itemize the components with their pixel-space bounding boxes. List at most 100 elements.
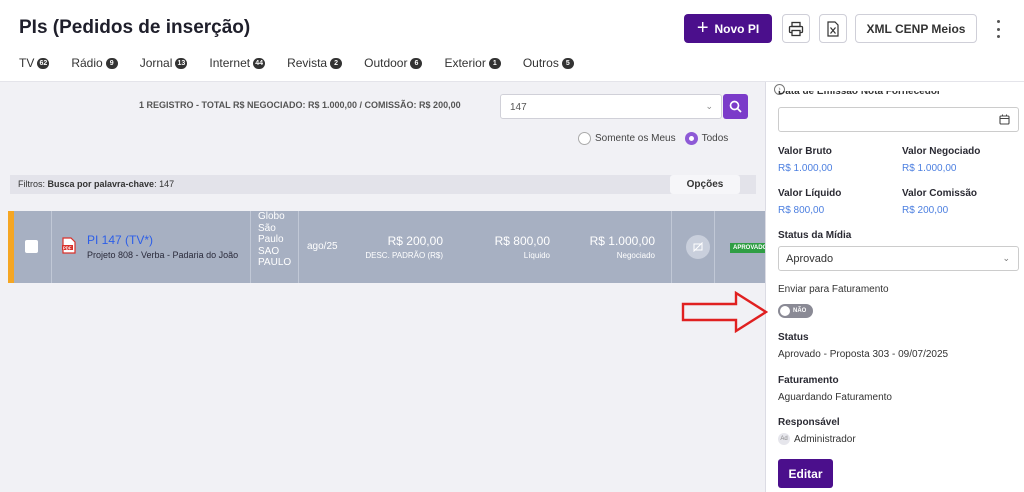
header: PIs (Pedidos de inserção) + Novo PI XML … — [0, 0, 1024, 82]
toggle-text: NÃO — [793, 308, 807, 314]
media-status-select[interactable]: Aprovado ⌄ — [778, 246, 1019, 271]
avatar: Ad — [778, 433, 790, 445]
commission-label: DESC. PADRÃO (R$) — [365, 251, 443, 260]
owner-value: Administrador — [794, 434, 856, 445]
tab-exterior[interactable]: Exterior 1 — [444, 56, 501, 70]
vehicle-line: SAO — [258, 245, 280, 257]
net-value: R$ 800,00 — [778, 205, 825, 216]
tab-jornal[interactable]: Jornal 13 — [140, 56, 188, 70]
net-value: R$ 800,00 — [494, 234, 550, 248]
tab-count-badge: 9 — [105, 57, 118, 69]
annotation-arrow-icon — [681, 291, 768, 333]
row-checkbox[interactable] — [25, 240, 38, 253]
net-value-label: Valor Líquido — [778, 188, 842, 199]
new-pi-button[interactable]: + Novo PI — [684, 14, 772, 43]
no-attachment-icon[interactable] — [686, 235, 710, 259]
list-area: 1 REGISTRO - TOTAL R$ NEGOCIADO: R$ 1.00… — [0, 82, 771, 492]
gross-value: R$ 1.000,00 — [778, 163, 833, 174]
tab-label: Internet — [209, 56, 251, 70]
edit-button[interactable]: Editar — [778, 459, 833, 488]
tab-count-badge: 2 — [330, 57, 343, 69]
filters-term: : 147 — [154, 179, 175, 189]
printer-icon — [788, 21, 804, 36]
radio-all-label: Todos — [701, 133, 729, 144]
detail-panel: › Data de Emissão Nota Fornecedor Valor … — [765, 82, 1024, 492]
chevron-down-icon: ⌄ — [1002, 253, 1010, 263]
tab-label: Rádio — [71, 56, 103, 70]
pi-title-link[interactable]: PI 147 (TV*) — [87, 233, 153, 247]
vehicle-line: São — [258, 222, 276, 234]
supplier-invoice-date-label: Data de Emissão Nota Fornecedor — [778, 91, 941, 97]
excel-file-icon — [827, 20, 839, 37]
commission-value-label: Valor Comissão — [902, 188, 978, 199]
commission-value: R$ 200,00 — [902, 205, 949, 216]
tab-internet[interactable]: Internet 44 — [209, 56, 266, 70]
new-pi-label: Novo PI — [714, 21, 760, 36]
search-input[interactable]: 147 ⌄ — [500, 94, 722, 119]
gross-value-label: Valor Bruto — [778, 146, 832, 157]
media-status-value: Aprovado — [786, 253, 834, 265]
plus-icon: + — [696, 16, 709, 39]
vehicle-line: PAULO — [258, 257, 292, 269]
ownership-filter: Somente os Meus Todos — [578, 132, 728, 145]
options-button[interactable]: Opções — [670, 175, 740, 194]
net-cell: R$ 800,00 Líquido — [495, 234, 550, 260]
media-tabs: TV 62 Rádio 9 Jornal 13 Internet 44 Revista 2… — [19, 56, 596, 70]
page-title: PIs (Pedidos de inserção) — [19, 17, 251, 38]
more-options-icon[interactable] — [990, 18, 1006, 40]
tab-count-badge: 6 — [410, 57, 423, 69]
vehicle-name: Globo São Paulo SAO PAULO — [258, 211, 291, 269]
tab-label: Exterior — [444, 56, 486, 70]
vehicle-line: Globo — [258, 211, 285, 222]
period: ago/25 — [307, 241, 338, 252]
filters-value: Busca por palavra-chave — [47, 179, 155, 189]
tab-count-badge: 13 — [175, 57, 188, 69]
status-label: Status — [778, 332, 809, 343]
filters-bar: Filtros: Busca por palavra-chave: 147 — [10, 175, 756, 194]
commission-cell: R$ 200,00 DESC. PADRÃO (R$) — [365, 234, 443, 260]
records-summary: 1 REGISTRO - TOTAL R$ NEGOCIADO: R$ 1.00… — [139, 100, 461, 110]
media-status-label: Status da Mídia — [778, 230, 852, 241]
tab-outdoor[interactable]: Outdoor 6 — [364, 56, 423, 70]
negotiated-value: R$ 1.000,00 — [902, 163, 957, 174]
chevron-down-icon: ⌄ — [705, 101, 713, 111]
tab-radio[interactable]: Rádio 9 — [71, 56, 118, 70]
xml-cenp-button[interactable]: XML CENP Meios — [855, 14, 977, 43]
filters-label: Filtros: — [18, 179, 45, 189]
billing-send-label: Enviar para Faturamento — [778, 284, 889, 295]
negotiated-label: Negociado — [616, 251, 655, 260]
status-value: Aprovado - Proposta 303 - 09/07/2025 — [778, 349, 949, 360]
svg-text:PDF: PDF — [63, 245, 72, 250]
radio-all[interactable] — [684, 132, 698, 145]
billing-value: Aguardando Faturamento — [778, 392, 892, 403]
pi-project: Projeto 808 - Verba - Padaria do João — [87, 250, 239, 260]
search-value: 147 — [510, 102, 527, 113]
tab-label: Outdoor — [364, 56, 408, 70]
negotiated-value-label: Valor Negociado — [902, 146, 981, 157]
tab-revista[interactable]: Revista 2 — [287, 56, 343, 70]
tab-outros[interactable]: Outros 5 — [523, 56, 574, 70]
table-row[interactable]: PDF PI 147 (TV*) Projeto 808 - Verba - P… — [8, 211, 771, 283]
print-button[interactable] — [782, 14, 810, 43]
negotiated-cell: R$ 1.000,00 Negociado — [590, 234, 655, 260]
tab-count-badge: 5 — [561, 57, 574, 69]
net-label: Líquido — [523, 251, 550, 260]
billing-send-toggle[interactable]: NÃO — [778, 304, 813, 318]
negotiated-value: R$ 1.000,00 — [589, 234, 655, 248]
supplier-invoice-date-field[interactable] — [778, 107, 1019, 132]
tab-label: Jornal — [139, 56, 173, 70]
tab-tv[interactable]: TV 62 — [19, 56, 50, 70]
export-excel-button[interactable] — [819, 14, 847, 43]
tab-count-badge: 62 — [37, 57, 50, 69]
tab-label: Revista — [287, 56, 328, 70]
tab-label: TV — [19, 56, 35, 70]
toggle-knob — [780, 306, 790, 316]
tab-count-badge: 44 — [253, 57, 266, 69]
pdf-icon[interactable]: PDF — [62, 237, 76, 254]
calendar-icon[interactable] — [999, 114, 1010, 125]
owner-label: Responsável — [778, 417, 840, 428]
tab-label: Outros — [522, 56, 559, 70]
tab-count-badge: 1 — [488, 57, 501, 69]
radio-only-mine[interactable] — [578, 132, 591, 145]
search-button[interactable] — [723, 94, 748, 119]
